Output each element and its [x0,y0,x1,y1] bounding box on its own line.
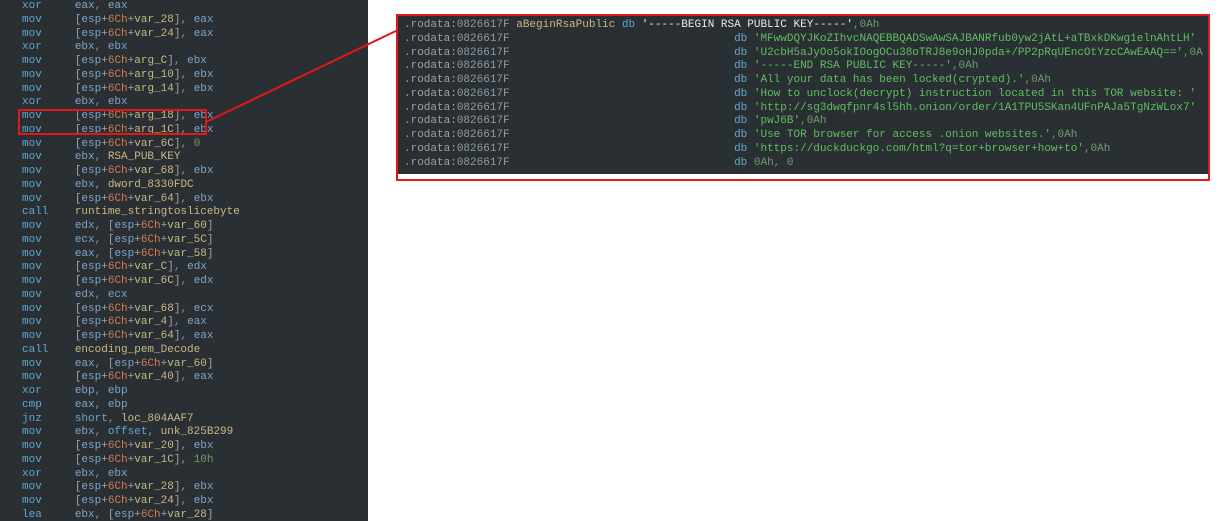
rodata-line[interactable]: .rodata:0826617F db 'pwJ6B',0Ah [404,115,1202,129]
rodata-line[interactable]: .rodata:0826617F db 'U2cbH5aJyOo5okIOogO… [404,47,1202,61]
disasm-line[interactable]: call runtime_stringtoslicebyte [22,206,364,220]
disasm-line[interactable]: mov [esp+6Ch+var_68], ecx [22,303,364,317]
disasm-line[interactable]: mov [esp+6Ch+var_6C], 0 [22,138,364,152]
rodata-line[interactable]: .rodata:0826617F db 'http://sg3dwqfpnr4s… [404,102,1202,116]
disasm-line[interactable]: mov [esp+6Ch+var_20], ebx [22,440,364,454]
ida-screenshot: xor eax, eaxmov [esp+6Ch+var_28], eaxmov… [0,0,1221,521]
disasm-line[interactable]: mov ebx, offset, unk_825B299 [22,426,364,440]
rodata-line[interactable]: .rodata:0826617F db 0Ah, 0 [404,157,1202,171]
disasm-line[interactable]: mov [esp+6Ch+var_1C], 10h [22,454,364,468]
rodata-line[interactable]: .rodata:0826617F db '-----END RSA PUBLIC… [404,60,1202,74]
rodata-line[interactable]: .rodata:0826617F db 'How to unclock(decr… [404,88,1202,102]
disasm-line[interactable]: mov [esp+6Ch+var_C], edx [22,261,364,275]
rodata-line[interactable]: .rodata:0826617F db 'All your data has b… [404,74,1202,88]
disasm-line[interactable]: mov edx, ecx [22,289,364,303]
disasm-line[interactable]: mov [esp+6Ch+var_28], ebx [22,481,364,495]
disasm-line[interactable]: mov [esp+6Ch+var_24], eax [22,28,364,42]
disasm-line[interactable]: xor ebx, ebx [22,96,364,110]
disasm-line[interactable]: mov ebx, RSA_PUB_KEY [22,151,364,165]
disasm-line[interactable]: lea ebx, [esp+6Ch+var_28] [22,509,364,521]
disasm-line[interactable]: mov eax, [esp+6Ch+var_58] [22,248,364,262]
disasm-line[interactable]: mov ebx, dword_8330FDC [22,179,364,193]
disasm-line[interactable]: mov [esp+6Ch+var_68], ebx [22,165,364,179]
disasm-line[interactable]: mov [esp+6Ch+var_40], eax [22,371,364,385]
disasm-line[interactable]: mov edx, [esp+6Ch+var_60] [22,220,364,234]
disasm-line[interactable]: mov [esp+6Ch+var_64], eax [22,330,364,344]
disasm-line[interactable]: mov [esp+6Ch+var_64], ebx [22,193,364,207]
rodata-line[interactable]: .rodata:0826617F aBeginRsaPublic db '---… [404,19,1202,33]
disasm-line[interactable]: mov [esp+6Ch+arg_14], ebx [22,83,364,97]
rodata-line[interactable]: .rodata:0826617F db 'MFwwDQYJKoZIhvcNAQE… [404,33,1202,47]
rodata-line[interactable]: .rodata:0826617F db 'https://duckduckgo.… [404,143,1202,157]
disasm-line[interactable]: mov ecx, [esp+6Ch+var_5C] [22,234,364,248]
rodata-panel[interactable]: .rodata:0826617F aBeginRsaPublic db '---… [398,15,1208,174]
disasm-line[interactable]: mov [esp+6Ch+arg_1C], ebx [22,124,364,138]
disasm-line[interactable]: call encoding_pem_Decode [22,344,364,358]
disasm-line[interactable]: xor ebx, ebx [22,468,364,482]
disasm-line[interactable]: cmp eax, ebp [22,399,364,413]
disasm-line[interactable]: mov [esp+6Ch+arg_18], ebx [22,110,364,124]
disasm-line[interactable]: xor ebp, ebp [22,385,364,399]
disasm-line[interactable]: mov eax, [esp+6Ch+var_60] [22,358,364,372]
disasm-line[interactable]: mov [esp+6Ch+var_28], eax [22,14,364,28]
disasm-line[interactable]: mov [esp+6Ch+var_6C], edx [22,275,364,289]
rodata-line[interactable]: .rodata:0826617F db 'Use TOR browser for… [404,129,1202,143]
disassembly-panel[interactable]: xor eax, eaxmov [esp+6Ch+var_28], eaxmov… [0,0,368,521]
disasm-line[interactable]: mov [esp+6Ch+var_4], eax [22,316,364,330]
disasm-line[interactable]: jnz short, loc_804AAF7 [22,413,364,427]
disasm-line[interactable]: mov [esp+6Ch+arg_C], ebx [22,55,364,69]
disasm-line[interactable]: xor eax, eax [22,0,364,14]
disasm-line[interactable]: mov [esp+6Ch+var_24], ebx [22,495,364,509]
disasm-line[interactable]: xor ebx, ebx [22,41,364,55]
disasm-line[interactable]: mov [esp+6Ch+arg_10], ebx [22,69,364,83]
